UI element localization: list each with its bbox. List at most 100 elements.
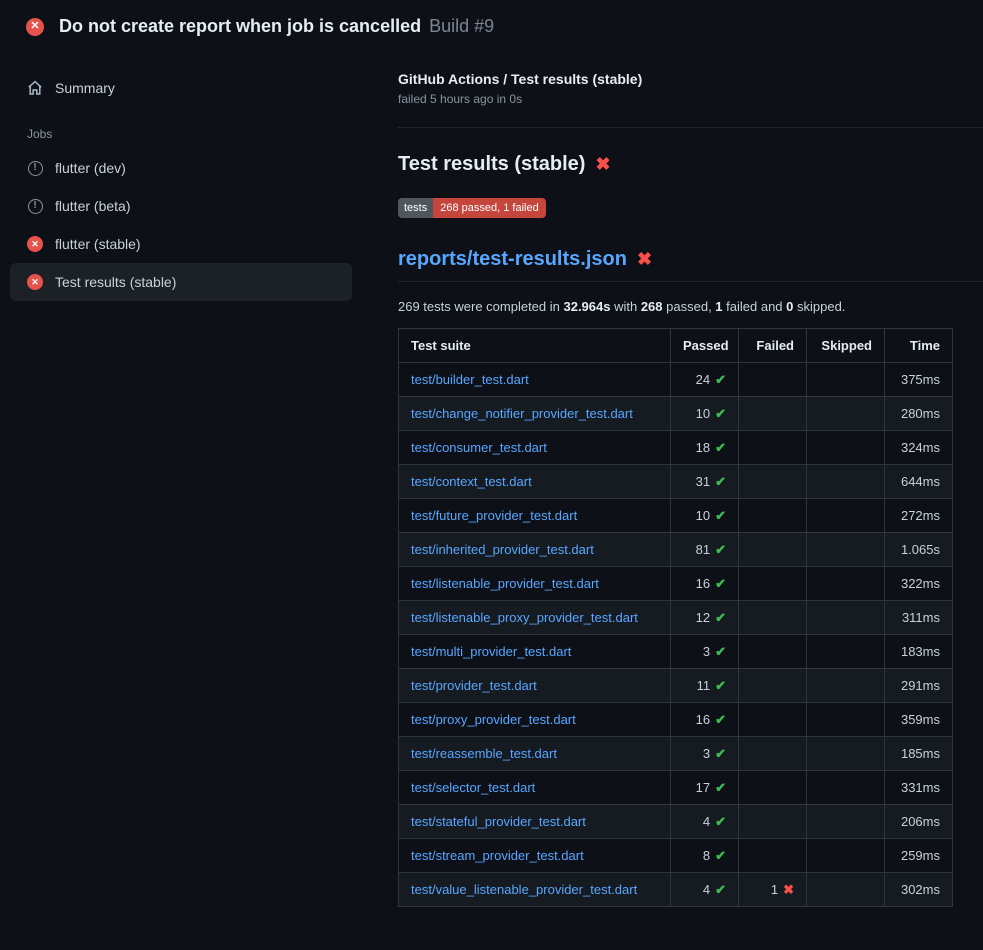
failed-cell bbox=[739, 533, 807, 567]
skipped-cell bbox=[807, 567, 885, 601]
test-suite-link[interactable]: test/reassemble_test.dart bbox=[411, 746, 557, 761]
sidebar-item-flutter-stable[interactable]: ✕ flutter (stable) bbox=[10, 225, 352, 263]
table-row: test/change_notifier_provider_test.dart … bbox=[399, 397, 953, 431]
check-icon: ✔ bbox=[715, 508, 726, 523]
sidebar-item-label: flutter (dev) bbox=[55, 160, 126, 176]
skipped-cell bbox=[807, 635, 885, 669]
time-cell: 324ms bbox=[885, 431, 953, 465]
skipped-cell bbox=[807, 771, 885, 805]
sidebar-item-test-results-stable[interactable]: ✕ Test results (stable) bbox=[10, 263, 352, 301]
summary-line: 269 tests were completed in 32.964s with… bbox=[398, 299, 983, 314]
jobs-section-label: Jobs bbox=[10, 127, 352, 141]
skipped-cell bbox=[807, 873, 885, 907]
test-suite-link[interactable]: test/selector_test.dart bbox=[411, 780, 535, 795]
test-suite-link[interactable]: test/value_listenable_provider_test.dart bbox=[411, 882, 637, 897]
test-suite-link[interactable]: test/stream_provider_test.dart bbox=[411, 848, 584, 863]
check-icon: ✔ bbox=[715, 610, 726, 625]
report-heading: reports/test-results.json ✖ bbox=[398, 248, 983, 282]
home-icon bbox=[27, 80, 43, 96]
test-suite-link[interactable]: test/context_test.dart bbox=[411, 474, 532, 489]
time-cell: 259ms bbox=[885, 839, 953, 873]
failed-cell bbox=[739, 601, 807, 635]
time-cell: 644ms bbox=[885, 465, 953, 499]
passed-cell: 17✔ bbox=[671, 771, 739, 805]
skipped-cell bbox=[807, 397, 885, 431]
table-row: test/selector_test.dart 17✔ 331ms bbox=[399, 771, 953, 805]
passed-cell: 4✔ bbox=[671, 805, 739, 839]
skipped-cell bbox=[807, 669, 885, 703]
failed-cell bbox=[739, 431, 807, 465]
failed-cell bbox=[739, 839, 807, 873]
test-suite-link[interactable]: test/multi_provider_test.dart bbox=[411, 644, 571, 659]
table-row: test/provider_test.dart 11✔ 291ms bbox=[399, 669, 953, 703]
passed-cell: 24✔ bbox=[671, 363, 739, 397]
table-row: test/stream_provider_test.dart 8✔ 259ms bbox=[399, 839, 953, 873]
column-header-time: Time bbox=[885, 329, 953, 363]
column-header-passed: Passed bbox=[671, 329, 739, 363]
failed-status-icon: ✕ bbox=[26, 18, 44, 36]
skipped-cell bbox=[807, 465, 885, 499]
build-title: Do not create report when job is cancell… bbox=[59, 16, 421, 37]
sidebar-item-label: Summary bbox=[55, 80, 115, 96]
passed-cell: 3✔ bbox=[671, 737, 739, 771]
test-suite-link[interactable]: test/listenable_proxy_provider_test.dart bbox=[411, 610, 638, 625]
test-suite-link[interactable]: test/inherited_provider_test.dart bbox=[411, 542, 594, 557]
test-suite-link[interactable]: test/future_provider_test.dart bbox=[411, 508, 577, 523]
check-icon: ✔ bbox=[715, 542, 726, 557]
check-icon: ✔ bbox=[715, 882, 726, 897]
time-cell: 291ms bbox=[885, 669, 953, 703]
failed-cell bbox=[739, 567, 807, 601]
check-icon: ✔ bbox=[715, 814, 726, 829]
time-cell: 272ms bbox=[885, 499, 953, 533]
time-cell: 359ms bbox=[885, 703, 953, 737]
passed-cell: 10✔ bbox=[671, 397, 739, 431]
time-cell: 206ms bbox=[885, 805, 953, 839]
check-icon: ✔ bbox=[715, 440, 726, 455]
test-suite-link[interactable]: test/provider_test.dart bbox=[411, 678, 537, 693]
test-suite-link[interactable]: test/proxy_provider_test.dart bbox=[411, 712, 576, 727]
test-suite-link[interactable]: test/listenable_provider_test.dart bbox=[411, 576, 599, 591]
check-icon: ✔ bbox=[715, 848, 726, 863]
table-row: test/listenable_proxy_provider_test.dart… bbox=[399, 601, 953, 635]
column-header-failed: Failed bbox=[739, 329, 807, 363]
failed-x-icon: ✖ bbox=[595, 154, 610, 175]
time-cell: 280ms bbox=[885, 397, 953, 431]
sidebar-item-flutter-beta[interactable]: ! flutter (beta) bbox=[10, 187, 352, 225]
test-suite-link[interactable]: test/change_notifier_provider_test.dart bbox=[411, 406, 633, 421]
time-cell: 1.065s bbox=[885, 533, 953, 567]
sidebar-item-label: flutter (stable) bbox=[55, 236, 141, 252]
test-suite-link[interactable]: test/builder_test.dart bbox=[411, 372, 529, 387]
badge-value: 268 passed, 1 failed bbox=[433, 198, 545, 218]
skipped-cell bbox=[807, 805, 885, 839]
failed-cell bbox=[739, 737, 807, 771]
x-icon: ✖ bbox=[783, 882, 794, 897]
results-table-body: test/builder_test.dart 24✔ 375ms test/ch… bbox=[399, 363, 953, 907]
sidebar-item-summary[interactable]: Summary bbox=[10, 69, 352, 107]
sidebar-item-flutter-dev[interactable]: ! flutter (dev) bbox=[10, 149, 352, 187]
failed-cell bbox=[739, 703, 807, 737]
time-cell: 302ms bbox=[885, 873, 953, 907]
test-suite-link[interactable]: test/stateful_provider_test.dart bbox=[411, 814, 586, 829]
passed-cell: 12✔ bbox=[671, 601, 739, 635]
skipped-cell bbox=[807, 533, 885, 567]
failed-cell bbox=[739, 499, 807, 533]
passed-cell: 10✔ bbox=[671, 499, 739, 533]
main-content: GitHub Actions / Test results (stable) f… bbox=[390, 49, 983, 907]
report-link[interactable]: reports/test-results.json bbox=[398, 248, 627, 271]
test-suite-link[interactable]: test/consumer_test.dart bbox=[411, 440, 547, 455]
failed-cell bbox=[739, 465, 807, 499]
x-circle-icon: ✕ bbox=[27, 236, 43, 252]
table-row: test/context_test.dart 31✔ 644ms bbox=[399, 465, 953, 499]
check-icon: ✔ bbox=[715, 678, 726, 693]
check-icon: ✔ bbox=[715, 474, 726, 489]
time-cell: 375ms bbox=[885, 363, 953, 397]
test-results-table: Test suite Passed Failed Skipped Time te… bbox=[398, 328, 953, 907]
time-cell: 311ms bbox=[885, 601, 953, 635]
failed-cell: 1✖ bbox=[739, 873, 807, 907]
check-icon: ✔ bbox=[715, 576, 726, 591]
failed-cell bbox=[739, 635, 807, 669]
skipped-cell bbox=[807, 601, 885, 635]
badge-label: tests bbox=[398, 198, 433, 218]
divider bbox=[398, 127, 983, 128]
skipped-cell bbox=[807, 737, 885, 771]
